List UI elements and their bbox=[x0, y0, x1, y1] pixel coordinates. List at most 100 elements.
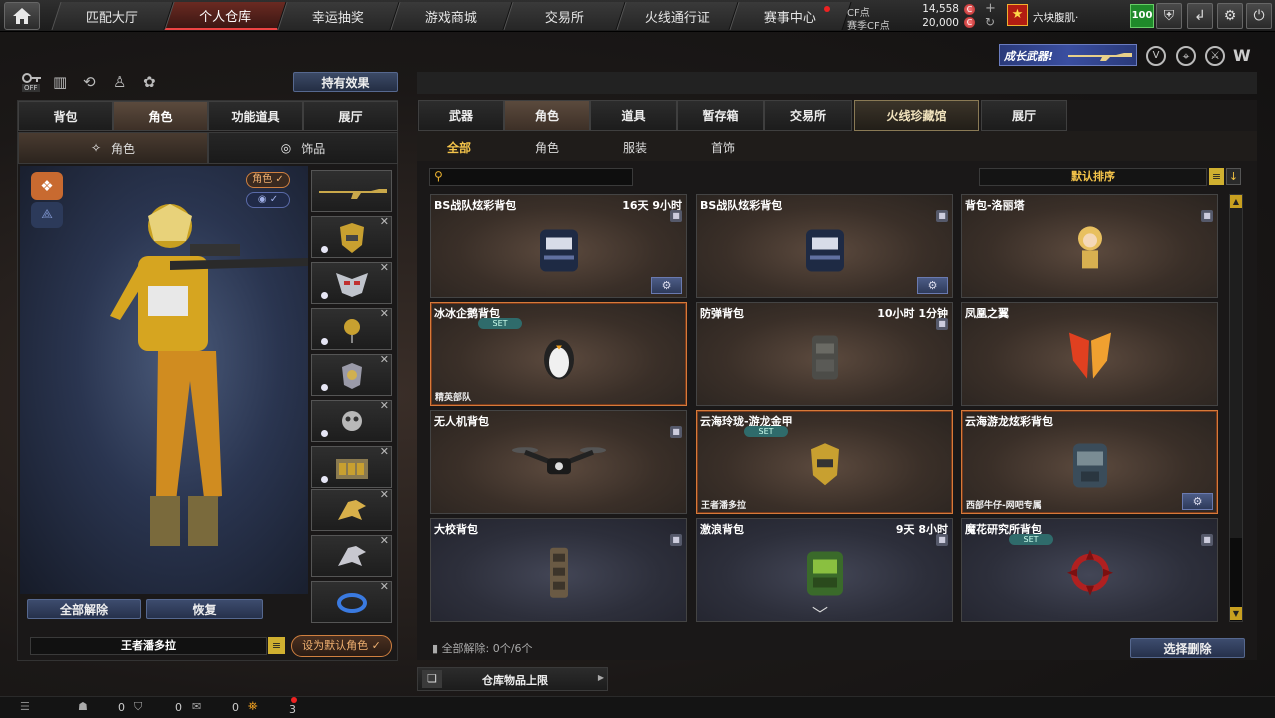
effect-toggle-icon[interactable]: OFF bbox=[22, 72, 42, 92]
remove-icon[interactable]: ✕ bbox=[380, 534, 389, 547]
stats-icon[interactable]: ▥ bbox=[53, 73, 67, 91]
back-button[interactable]: ↲ bbox=[1187, 3, 1213, 29]
remove-icon[interactable]: ✕ bbox=[380, 307, 389, 320]
clan-shield-icon[interactable]: ⛉ bbox=[134, 700, 142, 714]
set-default-character-button[interactable]: 设为默认角色 ✓ bbox=[291, 635, 392, 657]
lock-icon[interactable]: ■ bbox=[670, 534, 682, 546]
user-plus-icon[interactable]: ♙ bbox=[113, 73, 126, 91]
filter-all[interactable]: 全部 bbox=[447, 139, 471, 156]
sort-dropdown[interactable]: 默认排序 bbox=[979, 168, 1207, 186]
item-card[interactable]: 防弹背包 10小时 1分钟 ■ bbox=[696, 302, 953, 406]
select-delete-button[interactable]: 选择删除 bbox=[1130, 638, 1245, 658]
inventory-tab-characters[interactable]: 角色 bbox=[504, 100, 590, 131]
item-card[interactable]: 大校背包 ■ bbox=[430, 518, 687, 622]
remove-icon[interactable]: ✕ bbox=[380, 261, 389, 274]
item-settings-button[interactable]: ⚙ bbox=[1182, 493, 1213, 510]
gift-icon[interactable]: ⛯ bbox=[248, 699, 258, 714]
inventory-tab-exchange[interactable]: 交易所 bbox=[764, 100, 852, 131]
item-card[interactable]: BS战队炫彩背包 ■ ⚙ bbox=[696, 194, 953, 298]
menu-list-icon[interactable]: ☰ bbox=[20, 700, 30, 713]
sort-menu-button[interactable]: ≡ bbox=[1209, 168, 1224, 185]
item-card[interactable]: BS战队炫彩背包 16天 9小时 ■ ⚙ bbox=[430, 194, 687, 298]
friends-icon[interactable]: ☗ bbox=[78, 700, 88, 713]
crosshair-icon[interactable]: ⌖ bbox=[1176, 46, 1196, 66]
equip-slot-head[interactable]: ✕ bbox=[311, 215, 392, 258]
history-icon[interactable]: ⟲ bbox=[83, 73, 96, 91]
chat-icon[interactable]: ✉ bbox=[192, 700, 201, 713]
unequip-all-button[interactable]: 全部解除 bbox=[27, 599, 141, 619]
nav-tab-events[interactable]: 赛事中心 bbox=[729, 2, 852, 30]
scrollbar-thumb[interactable] bbox=[1230, 208, 1242, 538]
clan-button[interactable]: ⛨ bbox=[1156, 3, 1182, 29]
lock-icon[interactable]: ■ bbox=[936, 210, 948, 222]
search-box[interactable]: ⚲ bbox=[429, 168, 633, 186]
add-points-icon[interactable]: + bbox=[985, 1, 996, 16]
lock-icon[interactable]: ■ bbox=[1201, 534, 1213, 546]
power-button[interactable]: ⏻ bbox=[1246, 3, 1272, 29]
nav-tab-exchange[interactable]: 交易所 bbox=[503, 2, 626, 30]
equip-slot-weapon[interactable] bbox=[311, 170, 392, 212]
filter-outfit[interactable]: 服装 bbox=[623, 139, 647, 156]
filter-jewelry[interactable]: 首饰 bbox=[711, 139, 735, 156]
equip-slot-pet-gold[interactable]: ✕ bbox=[311, 488, 392, 531]
scroll-up-arrow-icon[interactable]: ▲ bbox=[1230, 195, 1242, 208]
nav-tab-battle-pass[interactable]: 火线通行证 bbox=[616, 2, 739, 30]
character-view-icon[interactable]: ❖ bbox=[31, 172, 63, 200]
toggle-role-visibility[interactable]: 角色 ✓ bbox=[246, 172, 290, 188]
nav-tab-lucky-draw[interactable]: 幸运抽奖 bbox=[277, 2, 400, 30]
lock-icon[interactable]: ■ bbox=[670, 426, 682, 438]
scroll-down-chevron-icon[interactable]: ﹀ bbox=[812, 601, 828, 625]
item-card[interactable]: 云海玲珑-游龙金甲 SET 王者潘多拉 bbox=[696, 410, 953, 514]
sort-direction-button[interactable]: ↓ bbox=[1226, 168, 1241, 185]
tab-character[interactable]: 角色 bbox=[113, 101, 208, 131]
lock-icon[interactable]: ■ bbox=[936, 318, 948, 330]
w-logo-icon[interactable]: W bbox=[1233, 46, 1251, 65]
remove-icon[interactable]: ✕ bbox=[380, 399, 389, 412]
nav-tab-game-mall[interactable]: 游戏商城 bbox=[390, 2, 513, 30]
home-button[interactable] bbox=[4, 2, 40, 30]
search-input[interactable] bbox=[450, 170, 630, 184]
tab-showroom[interactable]: 展厅 bbox=[303, 101, 398, 131]
filter-character[interactable]: 角色 bbox=[535, 139, 559, 156]
settings-button[interactable]: ⚙ bbox=[1217, 3, 1243, 29]
subtab-accessories[interactable]: ◎ 饰品 bbox=[208, 132, 398, 164]
equip-slot-vest[interactable]: ✕ bbox=[311, 445, 392, 488]
scroll-down-arrow-icon[interactable]: ▼ bbox=[1230, 607, 1242, 620]
item-settings-button[interactable]: ⚙ bbox=[917, 277, 948, 294]
item-card[interactable]: 无人机背包 ■ bbox=[430, 410, 687, 514]
toggle-eye-visibility[interactable]: ◉ ✓ bbox=[246, 192, 290, 208]
item-card[interactable]: 魔花研究所背包 SET ■ bbox=[961, 518, 1218, 622]
nav-tab-match-lobby[interactable]: 匹配大厅 bbox=[51, 2, 174, 30]
equip-slot-pet-silver[interactable]: ✕ bbox=[311, 534, 392, 577]
warehouse-capacity-button[interactable]: ❏ 仓库物品上限 ▶ bbox=[417, 667, 608, 691]
subtab-character[interactable]: ✧ 角色 bbox=[18, 132, 208, 164]
remove-icon[interactable]: ✕ bbox=[380, 580, 389, 593]
character-menu-button[interactable]: ≡ bbox=[268, 637, 285, 654]
inventory-tab-showroom[interactable]: 展厅 bbox=[981, 100, 1067, 131]
inventory-tab-weapons[interactable]: 武器 bbox=[418, 100, 504, 131]
inventory-tab-items[interactable]: 道具 bbox=[590, 100, 677, 131]
item-card[interactable]: 背包-洛丽塔 ■ bbox=[961, 194, 1218, 298]
item-card[interactable]: 冰冰企鹅背包 SET 精英部队 bbox=[430, 302, 687, 406]
v-badge-icon[interactable]: V bbox=[1146, 46, 1166, 66]
refresh-icon[interactable]: ↻ bbox=[985, 15, 995, 29]
bag-icon[interactable]: ✿ bbox=[143, 73, 156, 91]
equip-slot-mask[interactable]: ✕ bbox=[311, 261, 392, 304]
item-settings-button[interactable]: ⚙ bbox=[651, 277, 682, 294]
equip-slot-badge[interactable]: ✕ bbox=[311, 399, 392, 442]
lock-icon[interactable]: ■ bbox=[936, 534, 948, 546]
vehicle-view-icon[interactable]: ⟁ bbox=[31, 202, 63, 228]
remove-icon[interactable]: ✕ bbox=[380, 445, 389, 458]
inventory-tab-collection[interactable]: 火线珍藏馆 bbox=[854, 100, 979, 131]
tab-function-items[interactable]: 功能道具 bbox=[208, 101, 303, 131]
remove-icon[interactable]: ✕ bbox=[380, 488, 389, 501]
remove-icon[interactable]: ✕ bbox=[380, 353, 389, 366]
nav-tab-personal-warehouse[interactable]: 个人仓库 bbox=[164, 2, 287, 30]
item-card[interactable]: 凤凰之翼 bbox=[961, 302, 1218, 406]
equip-slot-necklace[interactable]: ✕ bbox=[311, 307, 392, 350]
tab-backpack[interactable]: 背包 bbox=[18, 101, 113, 131]
item-card[interactable]: 云海游龙炫彩背包 西部牛仔-网吧专属 ⚙ bbox=[961, 410, 1218, 514]
inventory-tab-storage[interactable]: 暂存箱 bbox=[677, 100, 764, 131]
equip-slot-ring[interactable]: ✕ bbox=[311, 580, 392, 623]
owned-effects-button[interactable]: 持有效果 bbox=[293, 72, 398, 92]
